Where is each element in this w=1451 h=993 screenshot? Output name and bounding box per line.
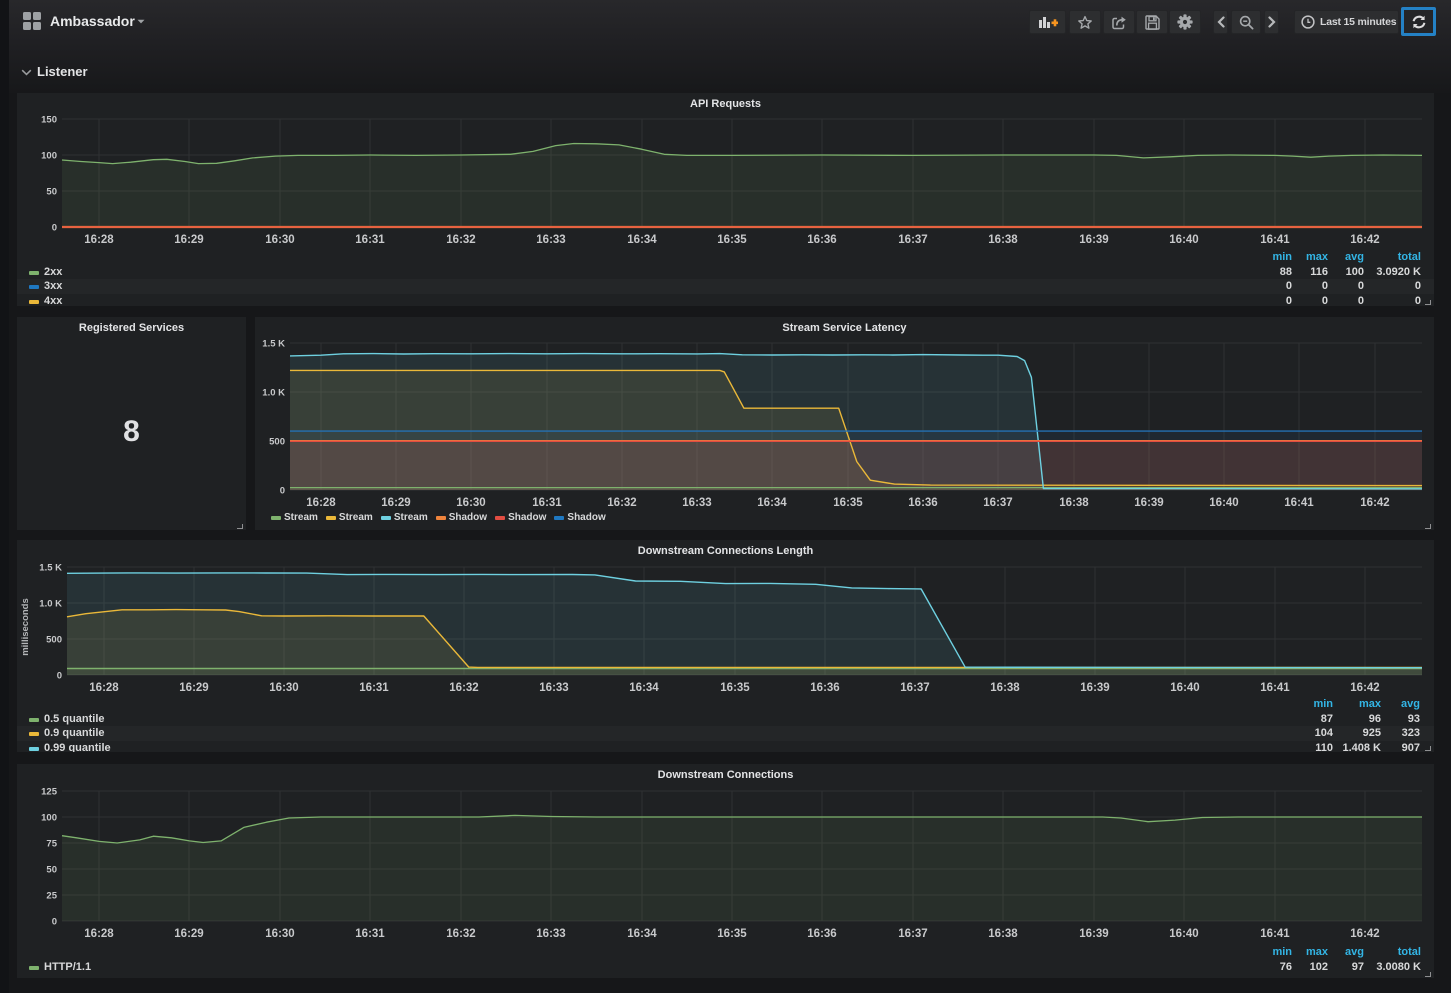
svg-text:16:28: 16:28 [84, 234, 114, 246]
svg-text:16:35: 16:35 [720, 682, 750, 694]
svg-text:0: 0 [280, 486, 285, 497]
svg-text:16:40: 16:40 [1209, 497, 1238, 509]
svg-text:1.5 K: 1.5 K [39, 563, 62, 574]
svg-text:16:31: 16:31 [359, 682, 389, 694]
svg-text:16:31: 16:31 [355, 928, 385, 940]
svg-text:16:33: 16:33 [539, 682, 568, 694]
svg-text:16:30: 16:30 [456, 497, 485, 509]
svg-text:16:35: 16:35 [833, 497, 863, 509]
svg-text:16:38: 16:38 [988, 928, 1018, 940]
svg-text:16:40: 16:40 [1169, 928, 1198, 940]
svg-text:0: 0 [57, 671, 62, 682]
svg-text:16:41: 16:41 [1260, 928, 1290, 940]
svg-text:16:30: 16:30 [265, 928, 294, 940]
svg-text:125: 125 [41, 787, 58, 798]
svg-text:16:39: 16:39 [1134, 497, 1163, 509]
svg-text:16:28: 16:28 [89, 682, 119, 694]
svg-text:16:29: 16:29 [174, 234, 203, 246]
svg-text:16:37: 16:37 [983, 497, 1012, 509]
svg-text:16:35: 16:35 [717, 928, 747, 940]
svg-text:16:32: 16:32 [446, 234, 475, 246]
svg-text:16:30: 16:30 [265, 234, 294, 246]
svg-text:16:40: 16:40 [1170, 682, 1199, 694]
svg-text:16:42: 16:42 [1350, 682, 1379, 694]
svg-text:16:41: 16:41 [1260, 682, 1290, 694]
svg-text:16:35: 16:35 [717, 234, 747, 246]
svg-text:16:42: 16:42 [1360, 497, 1389, 509]
svg-text:16:31: 16:31 [532, 497, 562, 509]
svg-text:16:40: 16:40 [1169, 234, 1198, 246]
svg-text:75: 75 [46, 839, 57, 850]
svg-text:500: 500 [269, 437, 285, 448]
svg-text:16:36: 16:36 [810, 682, 839, 694]
svg-text:16:36: 16:36 [908, 497, 937, 509]
svg-text:16:30: 16:30 [269, 682, 298, 694]
svg-text:16:29: 16:29 [381, 497, 410, 509]
svg-text:16:29: 16:29 [174, 928, 203, 940]
svg-text:50: 50 [46, 187, 57, 198]
svg-text:500: 500 [46, 635, 62, 646]
svg-text:16:32: 16:32 [607, 497, 636, 509]
svg-text:25: 25 [46, 891, 57, 902]
svg-text:16:34: 16:34 [757, 497, 787, 509]
svg-text:16:32: 16:32 [446, 928, 475, 940]
svg-text:16:34: 16:34 [627, 928, 657, 940]
svg-text:1.0 K: 1.0 K [39, 599, 62, 610]
svg-text:16:31: 16:31 [355, 234, 385, 246]
svg-text:0: 0 [52, 223, 57, 234]
svg-text:1.5 K: 1.5 K [262, 339, 285, 350]
svg-text:16:42: 16:42 [1350, 234, 1379, 246]
svg-text:16:29: 16:29 [179, 682, 208, 694]
svg-text:16:28: 16:28 [306, 497, 336, 509]
svg-text:16:28: 16:28 [84, 928, 114, 940]
svg-text:16:42: 16:42 [1350, 928, 1379, 940]
svg-text:100: 100 [41, 813, 57, 824]
svg-text:16:33: 16:33 [536, 234, 565, 246]
svg-text:16:39: 16:39 [1079, 928, 1108, 940]
svg-text:16:39: 16:39 [1080, 682, 1109, 694]
svg-text:16:36: 16:36 [807, 928, 836, 940]
svg-text:16:38: 16:38 [988, 234, 1018, 246]
svg-text:16:34: 16:34 [627, 234, 657, 246]
svg-text:16:32: 16:32 [449, 682, 478, 694]
svg-text:16:37: 16:37 [900, 682, 929, 694]
svg-text:150: 150 [41, 115, 57, 126]
svg-text:16:38: 16:38 [1059, 497, 1089, 509]
svg-text:16:37: 16:37 [898, 928, 927, 940]
svg-text:16:33: 16:33 [682, 497, 711, 509]
svg-text:16:37: 16:37 [898, 234, 927, 246]
svg-text:16:36: 16:36 [807, 234, 836, 246]
svg-text:16:38: 16:38 [990, 682, 1020, 694]
svg-text:16:34: 16:34 [629, 682, 659, 694]
svg-text:16:41: 16:41 [1284, 497, 1314, 509]
svg-text:16:39: 16:39 [1079, 234, 1108, 246]
svg-text:16:33: 16:33 [536, 928, 565, 940]
svg-text:1.0 K: 1.0 K [262, 388, 285, 399]
svg-text:100: 100 [41, 151, 57, 162]
svg-text:0: 0 [52, 917, 57, 928]
svg-text:16:41: 16:41 [1260, 234, 1290, 246]
